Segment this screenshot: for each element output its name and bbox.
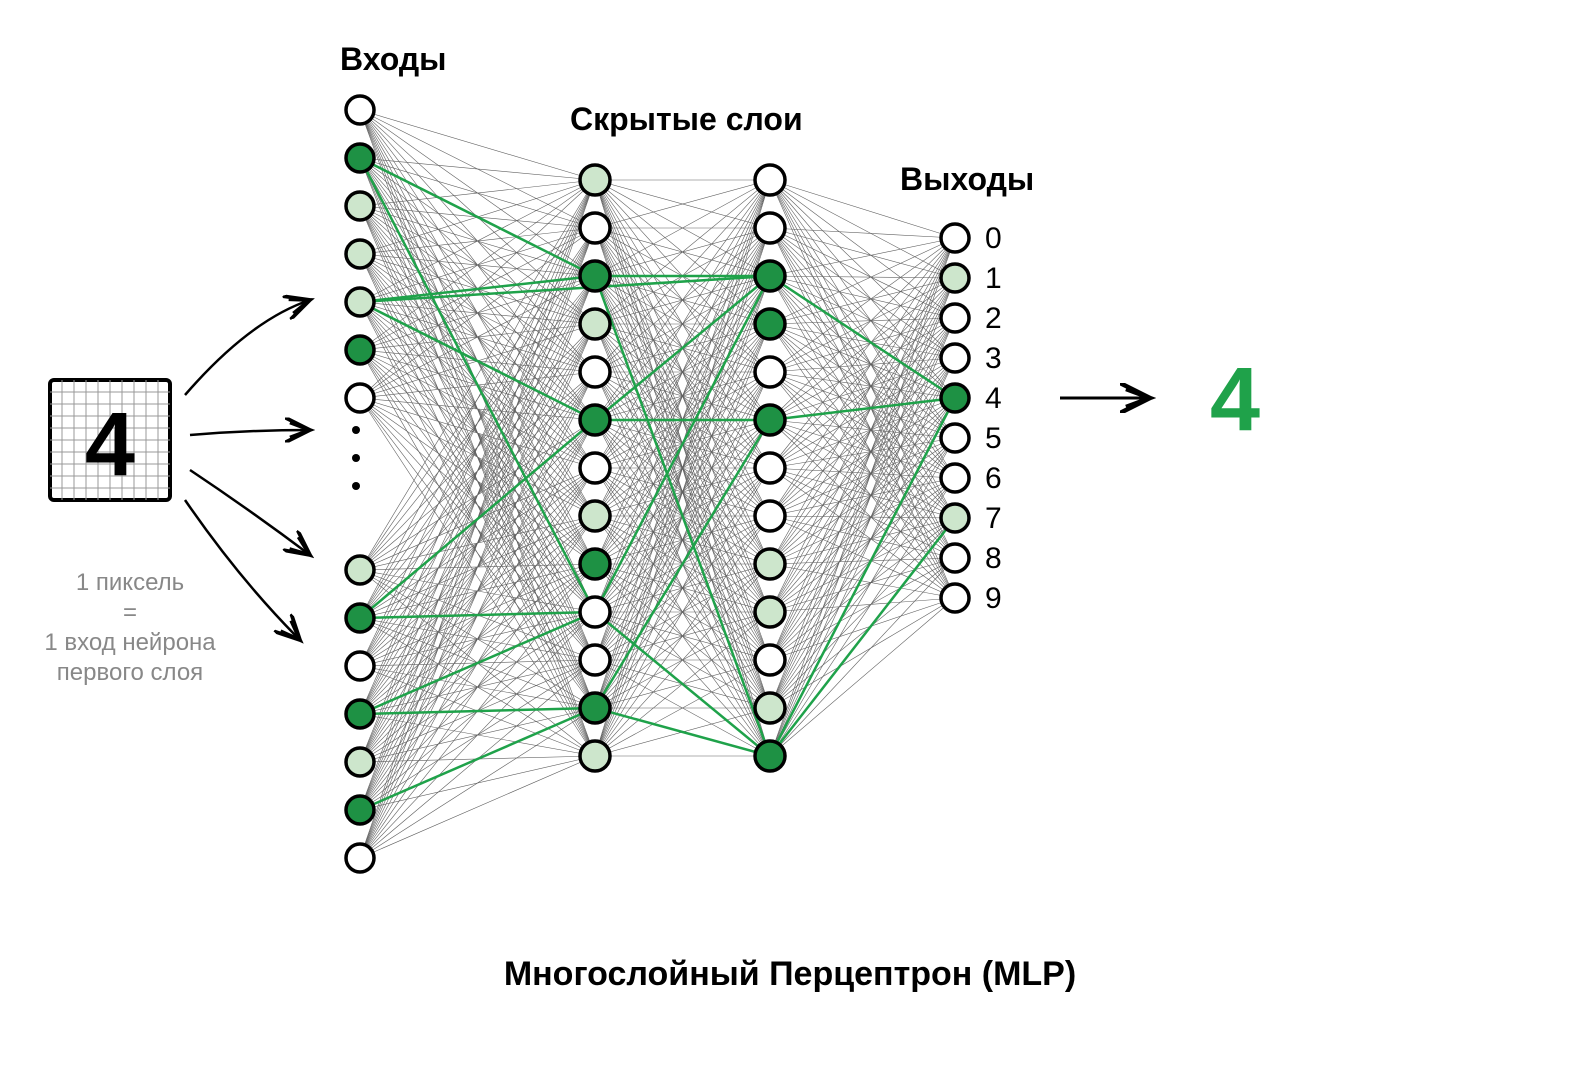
hidden2-neuron-5 (755, 405, 785, 435)
svg-text:=: = (123, 599, 137, 626)
hidden2-neuron-3 (755, 309, 785, 339)
hidden2-neuron-6 (755, 453, 785, 483)
hidden2-neuron-12 (755, 741, 785, 771)
input-neuron-10 (346, 700, 374, 728)
input-neuron-9 (346, 652, 374, 680)
output-neuron-5 (941, 424, 969, 452)
output-neuron-9 (941, 584, 969, 612)
hidden2-neuron-11 (755, 693, 785, 723)
output-label-9: 9 (985, 582, 1002, 615)
output-neuron-7 (941, 504, 969, 532)
output-label-8: 8 (985, 542, 1002, 575)
hidden1-neuron-0 (580, 165, 610, 195)
input-neuron-2 (346, 192, 374, 220)
input-neuron-3 (346, 240, 374, 268)
input-neuron-12 (346, 796, 374, 824)
output-label-4: 4 (985, 382, 1002, 415)
hidden1-neuron-7 (580, 501, 610, 531)
input-neuron-13 (346, 844, 374, 872)
hidden1-neuron-2 (580, 261, 610, 291)
output-neuron-0 (941, 224, 969, 252)
hidden2-neuron-9 (755, 597, 785, 627)
hidden-label: Скрытые слои (570, 101, 803, 137)
hidden2-neuron-4 (755, 357, 785, 387)
diagram-title: Многослойный Перцептрон (MLP) (504, 955, 1076, 993)
input-neuron-8 (346, 604, 374, 632)
hidden1-neuron-9 (580, 597, 610, 627)
hidden2-neuron-10 (755, 645, 785, 675)
input-image: 4 (50, 380, 170, 500)
input-neuron-4 (346, 288, 374, 316)
svg-text:первого слоя: первого слоя (57, 659, 203, 686)
output-labels-group: 0 1 2 3 4 5 6 7 8 9 (985, 222, 1002, 615)
output-neuron-6 (941, 464, 969, 492)
hidden1-neuron-1 (580, 213, 610, 243)
diagram-canvas: 4 1 пиксель = 1 вход нейрона первого сло… (0, 0, 1581, 1066)
pixel-caption: 1 пиксель = 1 вход нейрона первого слоя (44, 569, 216, 686)
output-label-6: 6 (985, 462, 1002, 495)
input-neuron-6 (346, 384, 374, 412)
svg-text:1 пиксель: 1 пиксель (76, 569, 184, 596)
hidden1-neuron-5 (580, 405, 610, 435)
hidden1-neuron-11 (580, 693, 610, 723)
edges-group (360, 110, 955, 858)
svg-text:1 вход нейрона: 1 вход нейрона (44, 629, 216, 656)
hidden1-neuron-10 (580, 645, 610, 675)
hidden1-neuron-8 (580, 549, 610, 579)
output-label-2: 2 (985, 302, 1002, 335)
output-label-0: 0 (985, 222, 1002, 255)
result-digit: 4 (1210, 350, 1260, 450)
output-neuron-8 (941, 544, 969, 572)
output-label-1: 1 (985, 262, 1002, 295)
output-label-7: 7 (985, 502, 1002, 535)
output-neuron-2 (941, 304, 969, 332)
hidden2-neuron-8 (755, 549, 785, 579)
input-neuron-5 (346, 336, 374, 364)
output-neuron-1 (941, 264, 969, 292)
output-neuron-4 (941, 384, 969, 412)
hidden1-neuron-4 (580, 357, 610, 387)
input-neuron-1 (346, 144, 374, 172)
hidden1-neuron-3 (580, 309, 610, 339)
input-neuron-11 (346, 748, 374, 776)
hidden2-neuron-0 (755, 165, 785, 195)
inputs-label: Входы (340, 41, 446, 77)
input-neuron-0 (346, 96, 374, 124)
input-arrows (185, 300, 310, 640)
hidden2-neuron-7 (755, 501, 785, 531)
hidden1-neuron-6 (580, 453, 610, 483)
input-digit: 4 (85, 395, 135, 495)
output-label-3: 3 (985, 342, 1002, 375)
hidden1-neuron-12 (580, 741, 610, 771)
input-ellipsis (352, 426, 360, 490)
output-neuron-3 (941, 344, 969, 372)
outputs-label: Выходы (900, 161, 1034, 197)
output-label-5: 5 (985, 422, 1002, 455)
input-neuron-7 (346, 556, 374, 584)
hidden2-neuron-2 (755, 261, 785, 291)
hidden2-neuron-1 (755, 213, 785, 243)
